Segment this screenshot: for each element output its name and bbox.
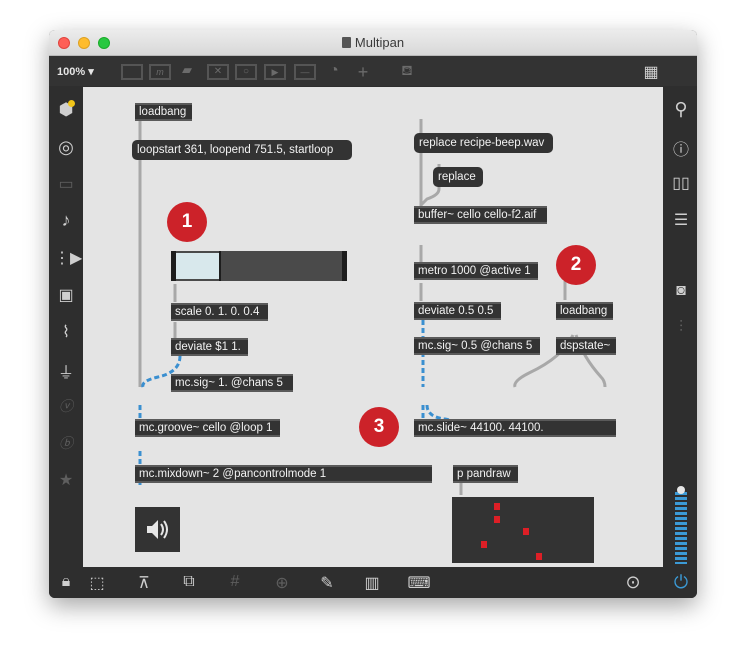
search-icon[interactable]: ⚲ xyxy=(669,99,693,120)
wrench-icon[interactable]: ✎ xyxy=(315,573,339,593)
deviate-object-2[interactable]: deviate 0.5 0.5 xyxy=(414,302,501,320)
mcsig-object-2[interactable]: mc.sig~ 0.5 @chans 5 xyxy=(414,337,540,355)
target-icon[interactable]: ◎ xyxy=(54,137,78,158)
grid-view-icon[interactable]: ▦ xyxy=(641,62,661,81)
toolbar: 100% ▾ m ▰ ✕ ○ ▶ — ◔ + ⛾ ▦ xyxy=(49,56,697,86)
video-icon[interactable]: ▭ xyxy=(54,174,78,194)
pandraw-object[interactable]: p pandraw xyxy=(453,465,518,483)
loadbang-object-1[interactable]: loadbang xyxy=(135,103,192,121)
hslider-control[interactable] xyxy=(171,251,347,281)
packages-icon[interactable]: ⬢ xyxy=(54,100,78,120)
circle-button-icon[interactable]: ○ xyxy=(235,64,257,80)
piano-icon[interactable]: ▥ xyxy=(360,573,384,593)
list-icon[interactable]: ☰ xyxy=(669,210,693,230)
playback-icon[interactable]: ⊙ xyxy=(621,572,645,593)
presentation-icon[interactable]: ⊼ xyxy=(132,573,156,593)
clip-icon[interactable]: ⋮▶ xyxy=(54,248,82,268)
pan-marker xyxy=(481,541,487,548)
edit-icon[interactable]: ⬚ xyxy=(85,573,109,593)
add-object-icon[interactable]: ⊕ xyxy=(270,573,294,593)
image-icon[interactable]: ▣ xyxy=(54,285,78,305)
b-icon[interactable]: ⓑ xyxy=(54,433,78,453)
plus-icon[interactable]: + xyxy=(353,62,373,82)
metro-object[interactable]: metro 1000 @active 1 xyxy=(414,262,538,280)
grid-icon[interactable]: # xyxy=(223,573,247,591)
book-icon[interactable]: ▯▯ xyxy=(669,173,693,193)
dial-icon[interactable]: ◔ xyxy=(324,62,344,80)
pan-marker xyxy=(536,553,542,560)
left-sidebar: ⬢ ◎ ▭ ♪ ⋮▶ ▣ ⌇ ⏚ ⓥ ⓑ ★ xyxy=(49,86,82,568)
speech-bubble-icon[interactable]: ▰ xyxy=(177,62,197,80)
info-icon[interactable]: ⓘ xyxy=(669,136,693,160)
paperclip-icon[interactable]: ⌇ xyxy=(54,322,78,342)
camera-icon[interactable]: ◙ xyxy=(669,282,693,300)
scale-object[interactable]: scale 0. 1. 0. 0.4 xyxy=(171,303,268,321)
speaker-icon xyxy=(147,520,168,539)
mcgroove-object[interactable]: mc.groove~ cello @loop 1 xyxy=(135,419,280,437)
pan-marker xyxy=(494,503,500,510)
play-box-icon[interactable]: ▶ xyxy=(264,64,286,80)
title-bar: Multipan xyxy=(49,30,697,56)
app-window: Multipan 100% ▾ m ▰ ✕ ○ ▶ — ◔ + ⛾ ▦ ⬢ ◎ … xyxy=(49,30,697,598)
music-note-icon[interactable]: ♪ xyxy=(54,210,78,231)
badge-3: 3 xyxy=(359,407,399,447)
mcslide-object[interactable]: mc.slide~ 44100. 44100. xyxy=(414,419,616,437)
slider-icon[interactable]: — xyxy=(294,64,316,80)
pandraw-lcd-display[interactable] xyxy=(452,497,594,563)
plug-icon[interactable]: ⏚ xyxy=(54,359,78,383)
buffer-object[interactable]: buffer~ cello cello-f2.aif xyxy=(414,206,547,224)
star-icon[interactable]: ★ xyxy=(54,470,78,490)
volume-slider-icon[interactable] xyxy=(664,456,697,566)
dspstate-object[interactable]: dspstate~ xyxy=(556,337,616,355)
right-sidebar: ⚲ ⓘ ▯▯ ☰ ◙ ⫶ xyxy=(664,86,697,568)
v-icon[interactable]: ⓥ xyxy=(54,396,78,416)
loop-message[interactable]: loopstart 361, loopend 751.5, startloop xyxy=(132,140,352,160)
document-icon xyxy=(341,37,351,48)
patcher-canvas[interactable]: loadbang loopstart 361, loopend 751.5, s… xyxy=(83,87,663,567)
x-box-icon[interactable]: ✕ xyxy=(207,64,229,80)
presentation-frame-icon[interactable] xyxy=(121,64,143,80)
speaker-dac-button[interactable] xyxy=(135,507,180,552)
lock-icon[interactable]: 🔒︎ xyxy=(54,573,78,591)
windows-icon[interactable]: ⧉ xyxy=(177,573,201,591)
mixer-icon[interactable]: ⫶ xyxy=(669,319,693,337)
badge-1: 1 xyxy=(167,202,207,242)
paint-bucket-icon[interactable]: ⛾ xyxy=(397,62,417,80)
replace-file-message[interactable]: replace recipe-beep.wav xyxy=(414,133,553,153)
pan-marker xyxy=(523,528,529,535)
loadbang-object-2[interactable]: loadbang xyxy=(556,302,613,320)
pan-marker xyxy=(494,516,500,523)
window-title: Multipan xyxy=(49,35,697,50)
zoom-menu[interactable]: 100% ▾ xyxy=(57,65,94,78)
keyboard-icon[interactable]: ⌨ xyxy=(407,573,431,593)
mcmixdown-object[interactable]: mc.mixdown~ 2 @pancontrolmode 1 xyxy=(135,465,432,483)
badge-2: 2 xyxy=(556,245,596,285)
mcsig-object-1[interactable]: mc.sig~ 1. @chans 5 xyxy=(171,374,293,392)
comment-icon[interactable]: m xyxy=(149,64,171,80)
power-icon[interactable]: ⏻ xyxy=(669,572,693,593)
replace-message[interactable]: replace xyxy=(433,167,483,187)
deviate-object-1[interactable]: deviate $1 1. xyxy=(171,338,248,356)
bottom-toolbar: 🔒︎ ⬚ ⊼ ⧉ # ⊕ ✎ ▥ ⌨ ⊙ ⏻ xyxy=(49,568,697,598)
